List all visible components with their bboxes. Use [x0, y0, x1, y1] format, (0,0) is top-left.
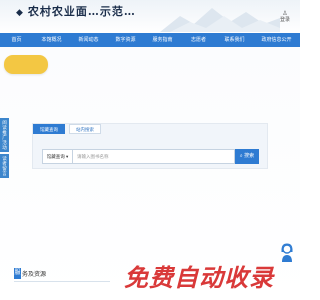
- customer-service-icon[interactable]: [280, 243, 294, 263]
- nav-item-gov-info[interactable]: 政府信息公开: [253, 33, 300, 47]
- tab-site-search[interactable]: 站内搜索: [69, 124, 101, 134]
- section-title: 服 务及资源: [14, 267, 46, 280]
- nav-item-about[interactable]: 本馆概况: [33, 33, 70, 47]
- nav-item-digital-resources[interactable]: 数字资源: [107, 33, 144, 47]
- left-float-panel: 阅读推广活动 读者留言: [0, 118, 9, 178]
- promo-button[interactable]: [4, 55, 48, 74]
- site-header: ◆ 农村农业面…示范… ♙ 登录: [0, 0, 300, 33]
- login-label: 登录: [279, 17, 290, 23]
- nav-item-volunteers[interactable]: 志愿者: [181, 33, 216, 47]
- search-button-label: 搜索: [244, 153, 255, 159]
- nav-item-news[interactable]: 新闻动态: [70, 33, 107, 47]
- nav-item-contact[interactable]: 联系我们: [216, 33, 253, 47]
- nav-item-home[interactable]: 首页: [0, 33, 33, 47]
- search-input[interactable]: 请输入图书名称: [73, 149, 235, 164]
- search-icon: ⌕: [239, 153, 243, 159]
- section-divider: [14, 281, 110, 282]
- site-title[interactable]: ◆ 农村农业面…示范…: [16, 3, 136, 19]
- logo-icon: ◆: [16, 8, 24, 18]
- search-button[interactable]: ⌕ 搜索: [235, 149, 259, 164]
- main-nav: 首页 本馆概况 新闻动态 数字资源 服务指南 志愿者 联系我们 政府信息公开: [0, 33, 300, 47]
- login-link[interactable]: ♙ 登录: [280, 11, 290, 23]
- watermark-text: 免费自动收录: [124, 264, 274, 292]
- float-tab-reader-messages[interactable]: 读者留言: [0, 154, 9, 178]
- section-title-text: 务及资源: [22, 272, 47, 278]
- nav-item-service-guide[interactable]: 服务指南: [144, 33, 181, 47]
- mountain-decoration: [160, 8, 280, 32]
- search-row: 馆藏查询 ▾ 请输入图书名称 ⌕ 搜索: [42, 149, 259, 164]
- section-badge: 服: [14, 268, 21, 279]
- search-type-select[interactable]: 馆藏查询 ▾: [42, 149, 73, 164]
- search-panel: 馆藏查询 站内搜索 馆藏查询 ▾ 请输入图书名称 ⌕ 搜索: [32, 123, 268, 169]
- search-tabs: 馆藏查询 站内搜索: [33, 124, 101, 134]
- tab-catalog-search[interactable]: 馆藏查询: [33, 124, 65, 134]
- float-tab-reading-promotion[interactable]: 阅读推广活动: [0, 118, 9, 152]
